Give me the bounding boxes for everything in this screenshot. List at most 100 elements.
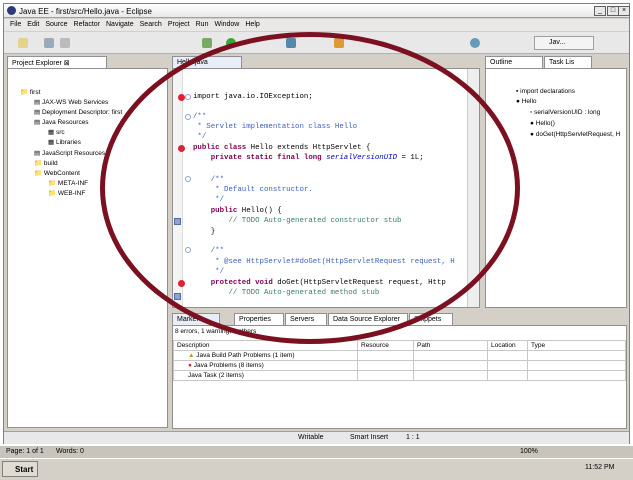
code-line[interactable]: protected void doGet(HttpServletRequest … [193,279,446,287]
tab-task-list[interactable]: Task Lis [544,56,592,68]
error-icon: ● [188,362,192,369]
system-clock[interactable]: 11:52 PM [585,464,614,471]
table-row[interactable]: ● Java Problems (8 items) [173,360,626,371]
code-line[interactable]: public class Hello extends HttpServlet { [193,144,370,152]
tree-item-jaxws[interactable]: ▤ JAX-WS Web Services [34,98,108,106]
code-line[interactable]: * @see HttpServlet#doGet(HttpServletRequ… [193,258,455,266]
code-line[interactable]: */ [193,268,224,276]
tree-item-java-resources[interactable]: ▤ Java Resources [34,118,89,126]
menu-navigate[interactable]: Navigate [106,21,134,28]
word-count: Words: 0 [56,448,84,455]
menu-window[interactable]: Window [214,21,239,28]
status-cursor-position: 1 : 1 [406,434,420,441]
markers-summary: 8 errors, 1 warning, 2 others [175,328,257,335]
markers-table: Description Resource Path Location Type … [173,340,626,381]
close-icon[interactable]: ⊠ [64,60,70,67]
page-info-bar: Page: 1 of 1 Words: 0 100% [0,446,633,458]
close-button[interactable]: × [618,6,630,16]
tree-item-meta-inf[interactable]: 📁 META-INF [48,179,88,187]
menu-project[interactable]: Project [168,21,190,28]
code-line[interactable]: */ [193,133,206,141]
outline-item[interactable]: ● doGet(HttpServletRequest, H [530,131,620,138]
task-marker-icon[interactable] [174,293,181,300]
task-marker-icon[interactable] [174,218,181,225]
tab-properties[interactable]: Properties [234,313,284,325]
tree-item-webcontent[interactable]: 📁 WebContent [34,169,80,177]
table-row[interactable]: Java Task (2 items) [173,370,626,381]
perspective-label: Jav... [549,39,566,46]
code-line[interactable]: } [193,228,215,236]
code-line[interactable]: /** [193,176,224,184]
fold-icon[interactable] [185,114,191,120]
minimize-button[interactable]: _ [594,6,606,16]
tree-item-web-inf[interactable]: 📁 WEB-INF [48,189,85,197]
fold-icon[interactable] [185,176,191,182]
new-icon[interactable] [18,38,28,48]
code-line[interactable]: private static final long serialVersionU… [193,154,424,162]
menu-help[interactable]: Help [245,21,259,28]
perspective-switcher[interactable]: Jav... [534,36,594,50]
code-line[interactable]: * Default constructor. [193,186,313,194]
eclipse-icon [7,6,16,15]
code-line[interactable]: public Hello() { [193,207,282,215]
code-line[interactable]: /** [193,247,224,255]
print-icon[interactable] [60,38,70,48]
error-marker-icon[interactable] [178,280,185,287]
tree-item-build[interactable]: 📁 build [34,159,58,167]
menu-search[interactable]: Search [140,21,162,28]
code-line[interactable]: // TODO Auto-generated constructor stub [193,217,401,225]
tree-item-src[interactable]: ▦ src [48,128,65,136]
server-icon[interactable] [286,38,296,48]
tab-project-explorer[interactable]: Project Explorer ⊠ [7,56,107,68]
search-icon[interactable] [470,38,480,48]
code-line[interactable]: // TODO Auto-generated method stub [193,289,379,297]
tab-hello-java[interactable]: Hello.java [172,56,242,68]
eclipse-window: Java EE - first/src/Hello.java - Eclipse… [3,3,630,444]
tree-item-js-resources[interactable]: ▤ JavaScript Resources [34,149,105,157]
column-description[interactable]: Description [173,340,358,351]
column-path[interactable]: Path [413,340,488,351]
editor-ruler [173,69,183,307]
table-row[interactable]: ▲ Java Build Path Problems (1 item) [173,350,626,361]
zoom-level[interactable]: 100% [520,448,538,455]
fold-icon[interactable] [185,247,191,253]
tab-outline[interactable]: Outline [485,56,543,68]
project-explorer-panel: 📁 first ▤ JAX-WS Web Services ▤ Deployme… [7,68,168,428]
error-marker-icon[interactable] [178,94,185,101]
page-count: Page: 1 of 1 [6,448,44,455]
fold-icon[interactable] [185,94,191,100]
title-bar: Java EE - first/src/Hello.java - Eclipse… [4,4,630,18]
menu-run[interactable]: Run [196,21,209,28]
column-location[interactable]: Location [487,340,528,351]
menu-edit[interactable]: Edit [27,21,39,28]
new-class-icon[interactable] [334,38,344,48]
outline-item[interactable]: ▪ import declarations [516,88,575,95]
save-icon[interactable] [44,38,54,48]
column-type[interactable]: Type [527,340,626,351]
tree-item-first[interactable]: 📁 first [20,88,40,96]
tab-data-source-explorer[interactable]: Data Source Explorer [328,313,408,325]
menu-refactor[interactable]: Refactor [74,21,100,28]
tree-item-deployment[interactable]: ▤ Deployment Descriptor: first [34,108,122,116]
tab-snippets[interactable]: Snippets [409,313,453,325]
tree-item-libraries[interactable]: ▦ Libraries [48,138,81,146]
code-line[interactable]: import java.io.IOException; [193,93,313,101]
menu-file[interactable]: File [10,21,21,28]
tab-servers[interactable]: Servers [285,313,327,325]
outline-item[interactable]: ▫ serialVersionUID : long [530,109,600,116]
vertical-scrollbar[interactable] [467,69,479,307]
debug-icon[interactable] [202,38,212,48]
start-button[interactable]: Start [2,461,38,477]
run-icon[interactable] [226,38,236,48]
error-marker-icon[interactable] [178,145,185,152]
tab-markers[interactable]: Markers [172,313,220,325]
column-resource[interactable]: Resource [357,340,414,351]
code-line[interactable]: /** [193,113,206,121]
code-line[interactable]: * Servlet implementation class Hello [193,123,357,131]
menu-source[interactable]: Source [45,21,67,28]
outline-item[interactable]: ● Hello() [530,120,555,127]
outline-item[interactable]: ● Hello [516,98,537,105]
status-insert-mode: Smart Insert [350,434,389,441]
code-line[interactable]: */ [193,196,224,204]
main-toolbar: Jav... [4,32,629,54]
